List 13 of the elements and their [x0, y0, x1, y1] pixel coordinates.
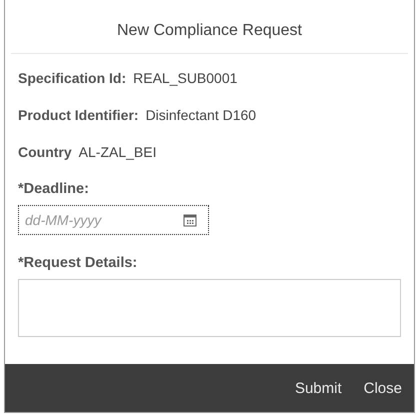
field-label: Product Identifier:	[18, 107, 139, 123]
field-label: Specification Id:	[18, 70, 126, 86]
date-field[interactable]: dd-MM-yyyy	[18, 205, 209, 235]
field-label: *Request Details:	[18, 255, 138, 271]
dialog-title: New Compliance Request	[11, 0, 408, 54]
field-value: REAL_SUB0001	[133, 70, 238, 86]
field-value: AL-ZAL_BEI	[78, 144, 156, 160]
footer-button[interactable]: Close	[356, 372, 410, 404]
footer-button[interactable]: Submit	[286, 372, 350, 404]
calendar-icon[interactable]	[183, 213, 197, 227]
field-label: Country	[18, 144, 72, 160]
field-label: *Deadline:	[18, 181, 90, 197]
field-value: Disinfectant D160	[146, 107, 256, 123]
